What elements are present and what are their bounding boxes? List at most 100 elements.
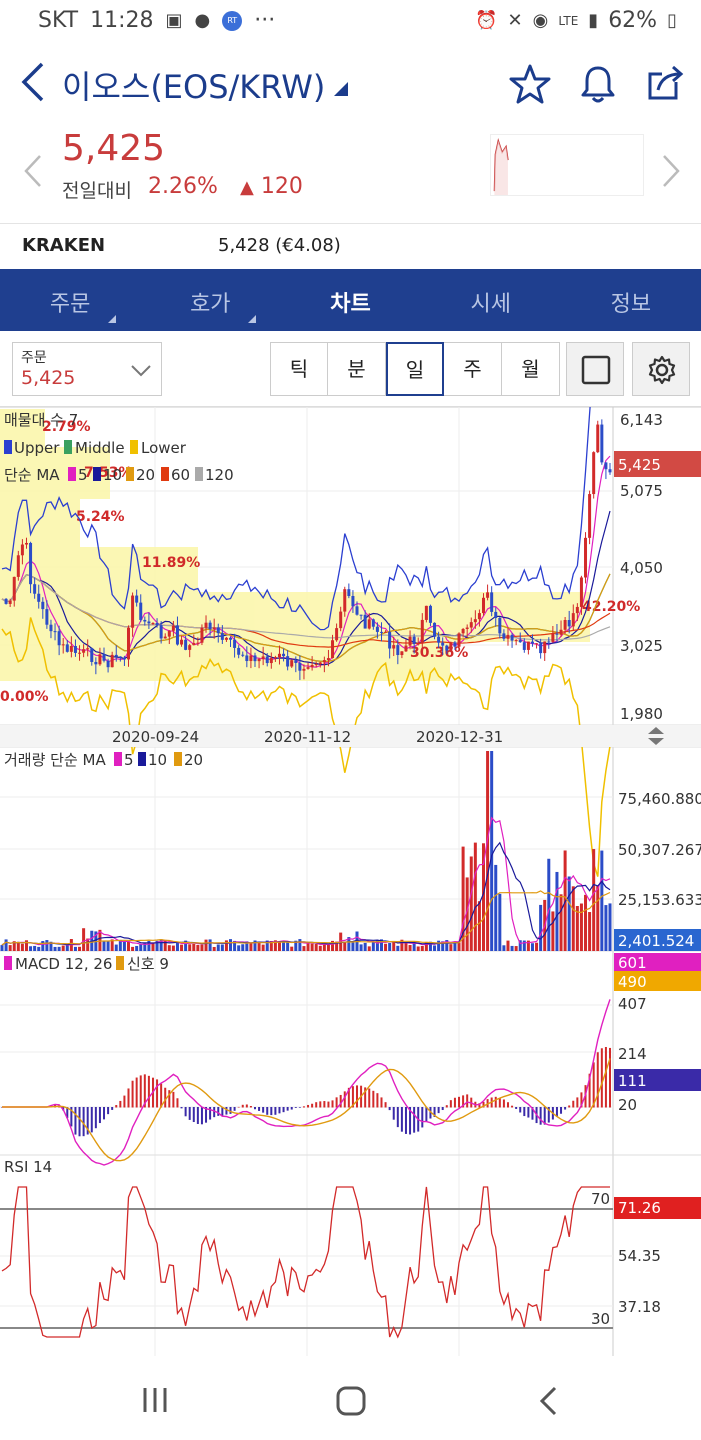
candle-body — [592, 452, 596, 495]
candle-body — [241, 654, 245, 656]
period-tick-button[interactable]: 틱 — [270, 342, 328, 396]
volume-bar — [82, 928, 86, 951]
prev-arrow-icon[interactable] — [22, 154, 42, 188]
location-icon: ◉ — [532, 10, 549, 31]
volume-bar — [473, 842, 477, 951]
candle-body — [126, 627, 130, 660]
home-icon[interactable] — [336, 1386, 366, 1416]
volume-bar — [392, 941, 396, 951]
volume-bar — [261, 944, 265, 951]
volume-bar — [584, 894, 588, 951]
macd-histogram-bar — [498, 1098, 501, 1108]
share-icon[interactable] — [644, 62, 688, 106]
price-chart[interactable]: 2.79% 7.53% 5.24% 11.89% 42.20% 30.36% 0… — [0, 407, 701, 1356]
exchange-row: KRAKEN 5,428 (€4.08) — [0, 225, 701, 269]
candle-body — [347, 589, 351, 597]
candle-body — [261, 656, 265, 660]
macd-histogram-bar — [449, 1100, 452, 1108]
period-day-button[interactable]: 일 — [386, 342, 444, 396]
macd-histogram-bar — [356, 1085, 359, 1108]
candle-body — [37, 593, 41, 602]
macd-histogram-bar — [388, 1107, 391, 1111]
macd-histogram-bar — [94, 1107, 97, 1129]
candle-body — [392, 645, 396, 649]
macd-histogram-bar — [127, 1088, 130, 1108]
macd-histogram-bar — [576, 1097, 579, 1108]
tab-info[interactable]: 정보 — [561, 269, 701, 331]
macd-histogram-bar — [323, 1101, 326, 1108]
macd-histogram-bar — [311, 1103, 314, 1108]
tab-quotes-label: 시세 — [470, 292, 511, 317]
candle-body — [20, 544, 24, 556]
recent-apps-icon[interactable] — [140, 1386, 170, 1414]
up-triangle-icon: ▲ — [240, 177, 254, 198]
macd-histogram-bar — [286, 1107, 289, 1111]
candle-body — [265, 656, 269, 664]
back-icon[interactable] — [18, 62, 46, 102]
candle-body — [294, 660, 298, 663]
legend-middle: Middle — [75, 439, 125, 457]
candle-body — [220, 633, 224, 640]
tab-orderbook[interactable]: 호가 — [140, 269, 280, 331]
macd-histogram-bar — [107, 1107, 110, 1115]
candle-body — [310, 664, 314, 668]
star-icon[interactable] — [508, 62, 552, 106]
legend-swatch-middle — [64, 440, 72, 454]
legend-swatch-lower — [130, 440, 138, 454]
period-week-button[interactable]: 주 — [444, 342, 502, 396]
tab-quotes[interactable]: 시세 — [421, 269, 561, 331]
tab-order[interactable]: 주문 — [0, 269, 140, 331]
legend-ma5: 5 — [78, 466, 88, 484]
candle-body — [424, 605, 428, 620]
candle-body — [400, 651, 404, 656]
candle-body — [486, 592, 490, 598]
fullscreen-button[interactable] — [566, 342, 624, 396]
candle-body — [461, 628, 465, 634]
macd-histogram-bar — [298, 1107, 301, 1108]
macd-histogram-bar — [453, 1097, 456, 1108]
candle-body — [61, 644, 65, 646]
volume-bar — [318, 945, 322, 951]
candle-body — [167, 630, 171, 637]
volume-bar — [608, 903, 612, 951]
candle-body — [555, 633, 559, 635]
back-nav-icon[interactable] — [538, 1386, 558, 1416]
candle-body — [433, 622, 437, 637]
volume-bar — [596, 885, 600, 951]
volume-bar — [310, 943, 314, 951]
title-dropdown-icon[interactable] — [334, 82, 348, 96]
volume-bar — [567, 876, 571, 951]
tab-chart[interactable]: 차트 — [280, 269, 420, 331]
bell-icon[interactable] — [576, 62, 620, 106]
macd-histogram-bar — [123, 1095, 126, 1108]
volume-bar — [502, 945, 506, 951]
volume-bar — [41, 941, 45, 951]
candle-body — [567, 620, 571, 627]
macd-histogram-bar — [274, 1107, 277, 1115]
candle-body — [384, 631, 388, 633]
macd-legend: MACD 12, 26 신호 9 — [4, 955, 169, 973]
period-minute-button[interactable]: 분 — [328, 342, 386, 396]
candle-body — [302, 668, 306, 671]
page-title[interactable]: 이오스(EOS/KRW) — [62, 62, 325, 108]
order-select[interactable]: 주문 5,425 — [12, 342, 162, 396]
volume-bar — [73, 946, 77, 951]
chart-controls: 주문 5,425 틱 분 일 주 월 — [0, 331, 701, 407]
macd-histogram-bar — [609, 1047, 611, 1108]
next-arrow-icon[interactable] — [662, 154, 682, 188]
candle-body — [286, 656, 290, 667]
candle-body — [98, 654, 102, 665]
alarm-icon: ⏰ — [475, 10, 498, 31]
settings-button[interactable] — [632, 342, 690, 396]
more-icon: ··· — [254, 8, 276, 33]
tab-order-label: 주문 — [49, 292, 91, 317]
macd-histogram-bar — [103, 1107, 106, 1120]
macd-histogram-bar — [380, 1097, 383, 1108]
volume-bar — [322, 944, 326, 951]
candle-body — [543, 641, 547, 654]
period-selector: 틱 분 일 주 월 — [270, 342, 560, 396]
macd-histogram-bar — [319, 1101, 322, 1108]
volume-bar — [510, 945, 514, 951]
period-month-button[interactable]: 월 — [502, 342, 560, 396]
candle-body — [233, 639, 237, 648]
